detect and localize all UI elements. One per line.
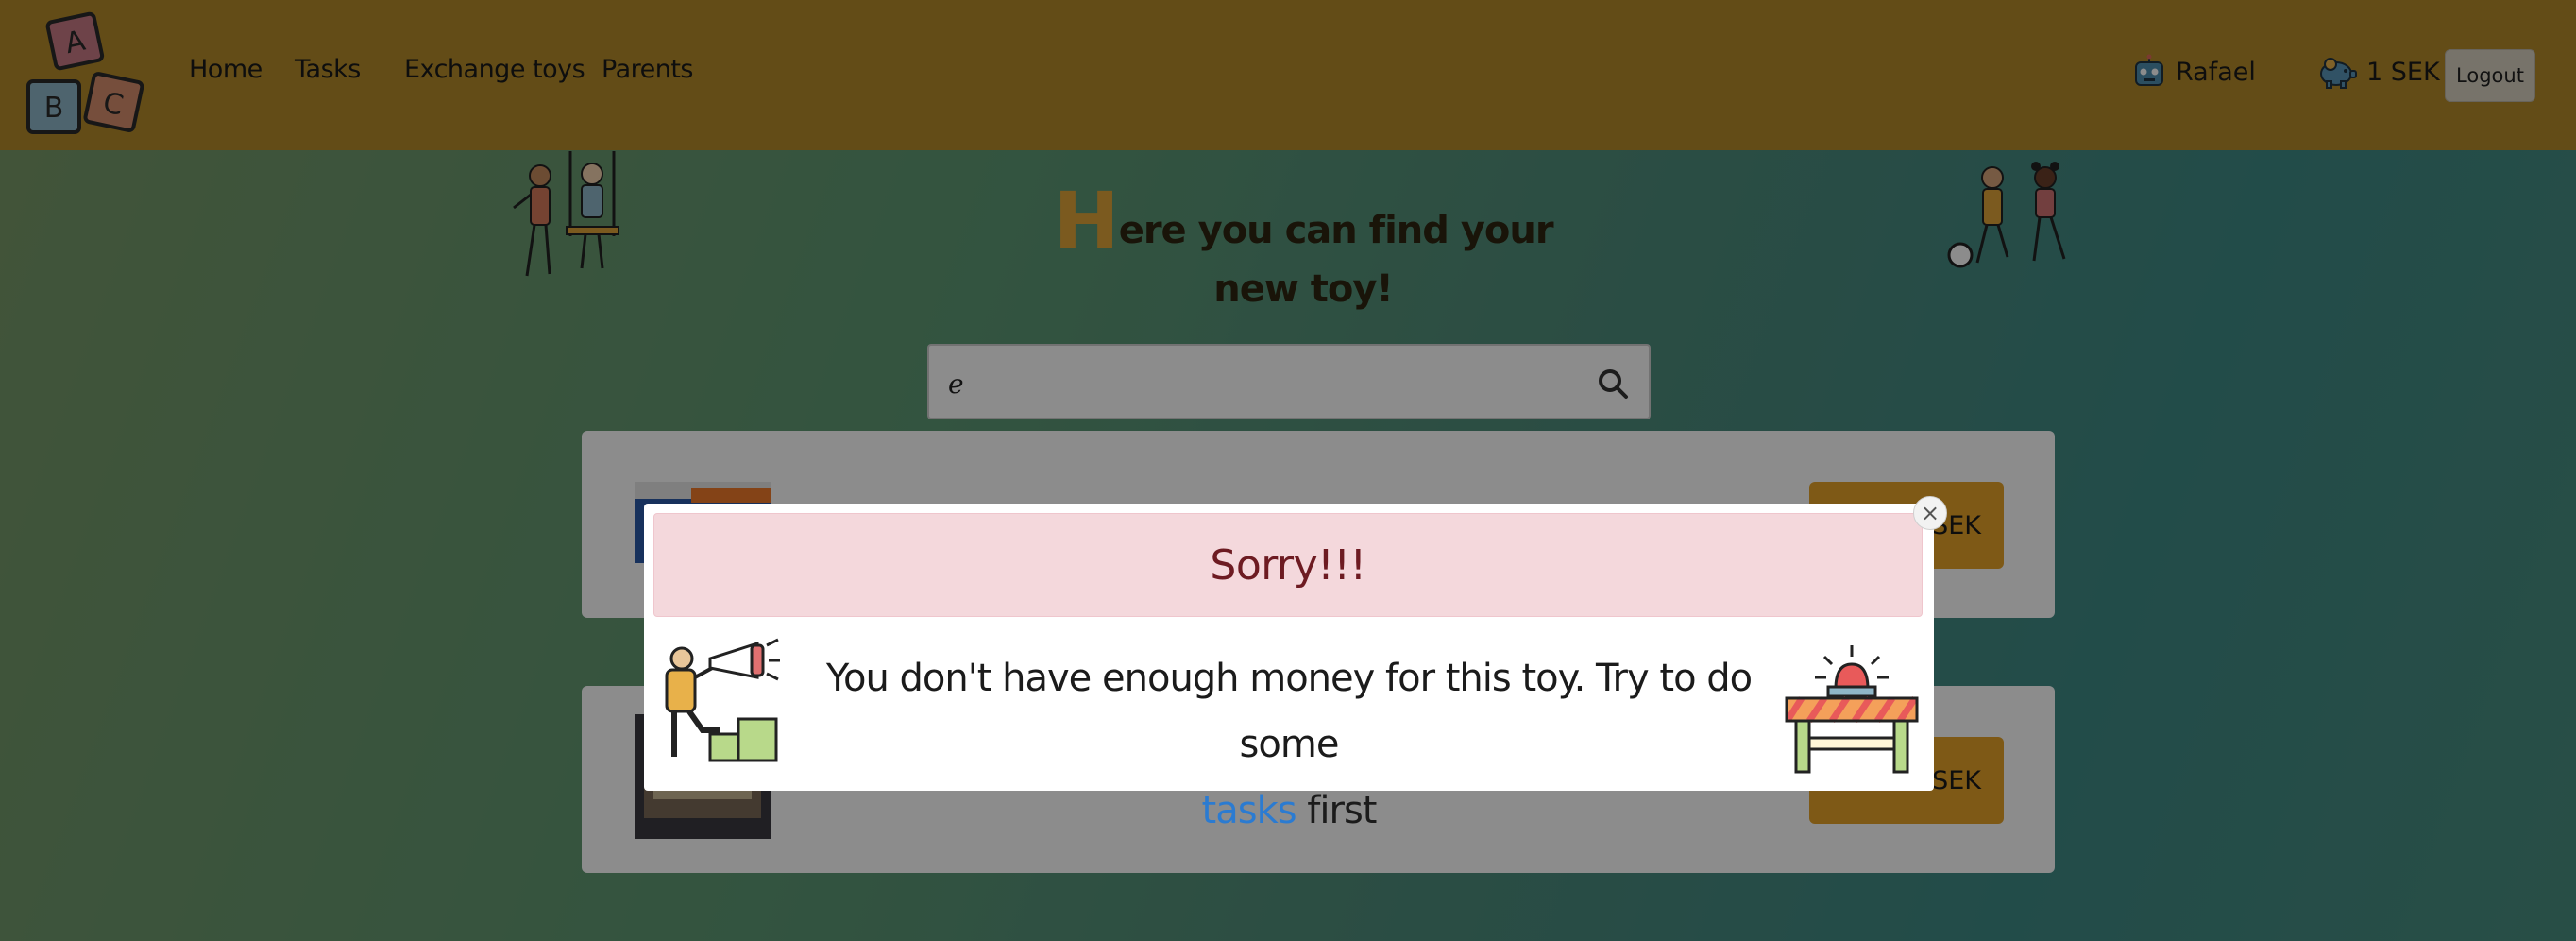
- message-text: You don't have enough money for this toy…: [825, 657, 1753, 766]
- modal-backdrop[interactable]: Sorry!!! × You don't have enough money f…: [0, 0, 2576, 941]
- dialog-message: You don't have enough money for this toy…: [786, 645, 1792, 844]
- tasks-link[interactable]: tasks: [1202, 789, 1297, 832]
- dialog-title: Sorry!!!: [653, 513, 1923, 617]
- siren-barrier-icon: [1785, 645, 1919, 774]
- megaphone-person-icon: [665, 638, 780, 762]
- close-icon[interactable]: ×: [1913, 496, 1947, 530]
- message-suffix: first: [1307, 789, 1377, 832]
- insufficient-funds-dialog: Sorry!!! × You don't have enough money f…: [644, 496, 1947, 832]
